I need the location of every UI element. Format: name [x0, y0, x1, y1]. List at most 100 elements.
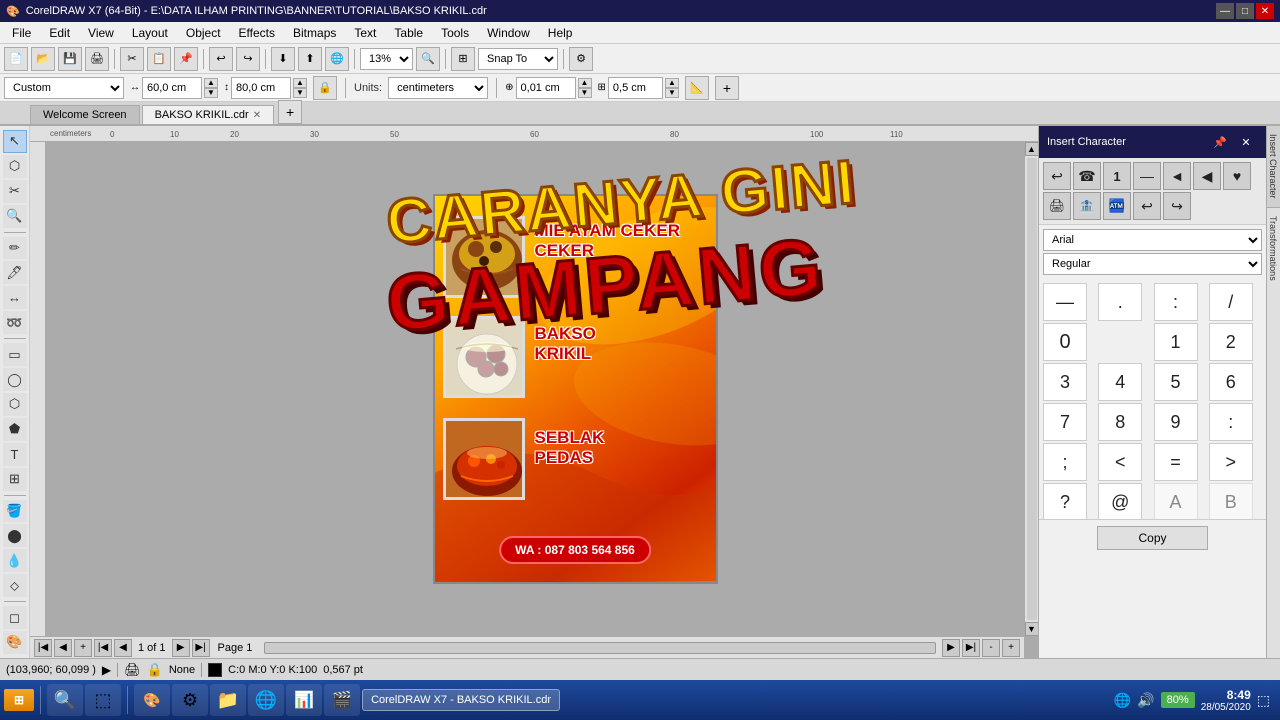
char-3[interactable]: 3: [1043, 363, 1087, 401]
outline-tool[interactable]: ◻: [3, 606, 27, 629]
smart-fill-tool[interactable]: ⬤: [3, 524, 27, 547]
new-button[interactable]: 📄: [4, 47, 28, 71]
horizontal-scrollbar[interactable]: [264, 642, 936, 654]
menu-view[interactable]: View: [80, 24, 122, 42]
redo-button[interactable]: ↪: [236, 47, 260, 71]
taskbar-task-view[interactable]: ⬚: [85, 684, 121, 716]
char-8[interactable]: 8: [1098, 403, 1142, 441]
char-colon[interactable]: :: [1154, 283, 1198, 321]
height-down[interactable]: ▼: [293, 88, 307, 98]
char-1[interactable]: 1: [1154, 323, 1198, 361]
start-button[interactable]: ⊞: [4, 689, 34, 711]
fill-tool[interactable]: 🪣: [3, 500, 27, 523]
ic-btn-heart[interactable]: ♥: [1223, 162, 1251, 190]
taskbar-search[interactable]: 🔍: [47, 684, 83, 716]
rect-tool[interactable]: ▭: [3, 343, 27, 366]
char-7[interactable]: 7: [1043, 403, 1087, 441]
menu-object[interactable]: Object: [178, 24, 229, 42]
char-at[interactable]: @: [1098, 483, 1142, 519]
lock-ratio-btn[interactable]: 🔒: [313, 76, 337, 100]
text-tool[interactable]: T: [3, 443, 27, 466]
draw-scale-btn[interactable]: 📐: [685, 76, 709, 100]
page-prev-prev[interactable]: |◀: [94, 639, 112, 657]
dup-input[interactable]: [608, 77, 663, 99]
ic-btn-return[interactable]: ↩: [1133, 192, 1161, 220]
ic-btn-bank[interactable]: 🏦: [1073, 192, 1101, 220]
add-page-nav[interactable]: +: [74, 639, 92, 657]
ic-btn-back[interactable]: ↩: [1043, 162, 1071, 190]
taskbar-media-icon[interactable]: 🎬: [324, 684, 360, 716]
char-6[interactable]: 6: [1209, 363, 1253, 401]
interactive-tool[interactable]: ⬦: [3, 574, 27, 597]
paste-button[interactable]: 📌: [174, 47, 198, 71]
ic-btn-1[interactable]: 1: [1103, 162, 1131, 190]
polygon-tool[interactable]: ⬡: [3, 393, 27, 416]
basic-shapes-tool[interactable]: ⬟: [3, 418, 27, 441]
char-gt[interactable]: >: [1209, 443, 1253, 481]
maximize-button[interactable]: □: [1236, 3, 1254, 19]
menu-text[interactable]: Text: [346, 24, 384, 42]
open-button[interactable]: 📂: [31, 47, 55, 71]
zoom-out-status[interactable]: -: [982, 639, 1000, 657]
taskbar-folder-icon[interactable]: 📁: [210, 684, 246, 716]
zoom-in-status[interactable]: +: [1002, 639, 1020, 657]
menu-edit[interactable]: Edit: [41, 24, 78, 42]
print-button[interactable]: 🖨: [85, 47, 109, 71]
cut-button[interactable]: ✂: [120, 47, 144, 71]
font-style-select[interactable]: Regular: [1043, 253, 1262, 275]
char-lt[interactable]: <: [1098, 443, 1142, 481]
page-prev[interactable]: ◀: [114, 639, 132, 657]
dup-down[interactable]: ▼: [665, 88, 679, 98]
menu-tools[interactable]: Tools: [433, 24, 477, 42]
height-input[interactable]: [231, 77, 291, 99]
crop-tool[interactable]: ✂: [3, 180, 27, 203]
scroll-right[interactable]: ▶: [942, 639, 960, 657]
tab-close-icon[interactable]: ✕: [253, 110, 261, 121]
char-5[interactable]: 5: [1154, 363, 1198, 401]
page-next[interactable]: ▶: [172, 639, 190, 657]
menu-file[interactable]: File: [4, 24, 39, 42]
ic-btn-return2[interactable]: ↪: [1163, 192, 1191, 220]
close-button[interactable]: ✕: [1256, 3, 1274, 19]
page-next-end[interactable]: ▶|: [192, 639, 210, 657]
char-4[interactable]: 4: [1098, 363, 1142, 401]
scroll-right-end[interactable]: ▶|: [962, 639, 980, 657]
font-family-select[interactable]: Arial: [1043, 229, 1262, 251]
char-dash[interactable]: —: [1043, 283, 1087, 321]
units-combo[interactable]: centimeters: [388, 77, 488, 99]
new-tab-btn[interactable]: +: [278, 100, 302, 124]
panel-pin-btn[interactable]: 📌: [1208, 130, 1232, 154]
minimize-button[interactable]: —: [1216, 3, 1234, 19]
char-colon2[interactable]: :: [1209, 403, 1253, 441]
char-9[interactable]: 9: [1154, 403, 1198, 441]
tray-show-desktop[interactable]: ⬚: [1257, 692, 1270, 709]
connector-tool[interactable]: ➿: [3, 311, 27, 334]
transformations-tab[interactable]: Transformations: [1267, 208, 1280, 289]
dup-up[interactable]: ▲: [665, 78, 679, 88]
ellipse-tool[interactable]: ◯: [3, 368, 27, 391]
char-dot[interactable]: .: [1098, 283, 1142, 321]
dimension-tool[interactable]: ↔: [3, 286, 27, 309]
vertical-scrollbar[interactable]: ▲ ▼: [1024, 142, 1038, 636]
char-B[interactable]: B: [1209, 483, 1253, 519]
panel-close-btn[interactable]: ✕: [1234, 130, 1258, 154]
tray-network[interactable]: 🌐: [1114, 692, 1131, 709]
scroll-left-end[interactable]: |◀: [34, 639, 52, 657]
shape-tool[interactable]: ⬡: [3, 155, 27, 178]
scroll-down-btn[interactable]: ▼: [1025, 622, 1039, 636]
copy-button[interactable]: 📋: [147, 47, 171, 71]
color-tool[interactable]: 🎨: [3, 631, 27, 654]
zoom-tool[interactable]: 🔍: [3, 205, 27, 228]
menu-effects[interactable]: Effects: [231, 24, 283, 42]
menu-layout[interactable]: Layout: [124, 24, 176, 42]
canvas[interactable]: MIE AYAM CEKER CEKER: [46, 142, 1024, 636]
nudge-down[interactable]: ▼: [578, 88, 592, 98]
export-button[interactable]: ⬆: [298, 47, 322, 71]
menu-bitmaps[interactable]: Bitmaps: [285, 24, 344, 42]
taskbar-browser-icon[interactable]: 🌐: [248, 684, 284, 716]
select-tool[interactable]: ↖: [3, 130, 27, 153]
ic-btn-dash[interactable]: —: [1133, 162, 1161, 190]
ic-btn-left2[interactable]: ◀: [1193, 162, 1221, 190]
preset-combo[interactable]: Custom: [4, 77, 124, 99]
add-page-btn[interactable]: +: [715, 76, 739, 100]
